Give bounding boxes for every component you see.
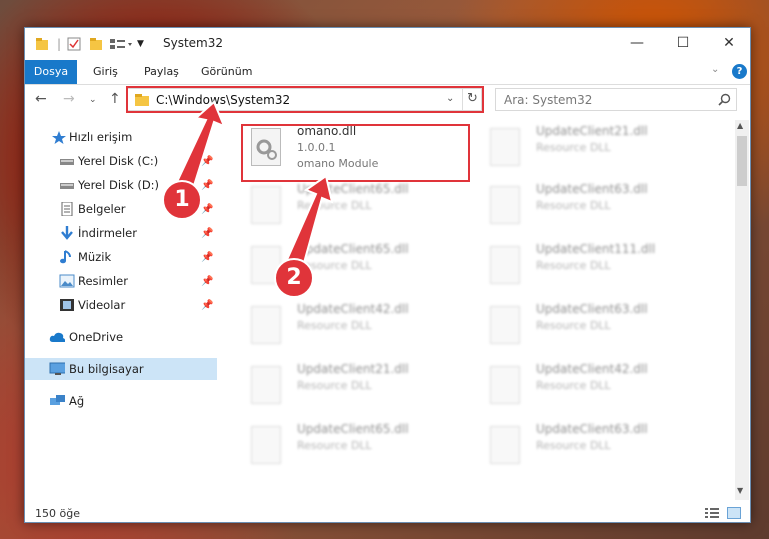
arrow-1 [174,100,226,194]
step-marker-2: 2 [274,258,314,298]
step-marker-1: 1 [162,180,202,220]
arrow-2 [284,174,334,272]
annotation-layer [174,100,334,272]
